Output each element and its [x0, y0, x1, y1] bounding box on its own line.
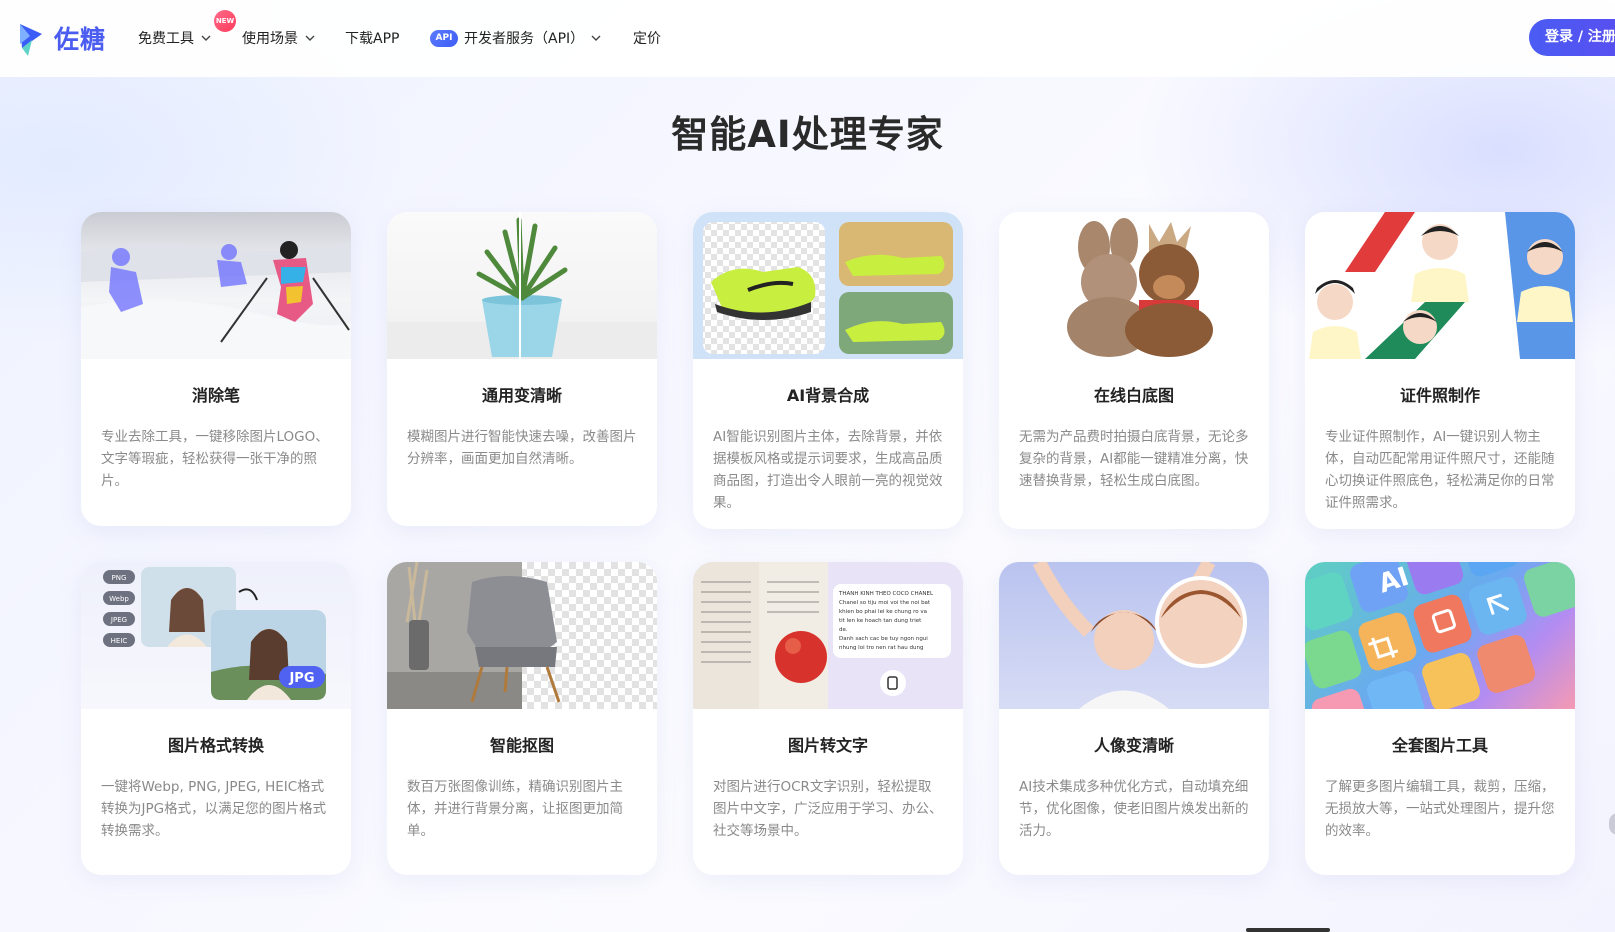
card-image-eraser — [81, 212, 351, 359]
card-image-ai-background — [693, 212, 963, 359]
plant-illustration — [387, 212, 657, 359]
card-ai-background[interactable]: AI背景合成 AI智能识别图片主体，去除背景，并依据模板风格或提示词要求，生成高… — [693, 212, 963, 529]
brand-logo[interactable]: 佐糖 — [16, 18, 106, 58]
api-badge: API — [430, 29, 458, 47]
format-tag-jpeg: JPEG — [110, 616, 127, 624]
login-register-button[interactable]: 登录 / 注册 — [1529, 19, 1615, 56]
card-title: 智能抠图 — [489, 736, 554, 755]
card-desc: 了解更多图片编辑工具，裁剪，压缩，无损放大等，一站式处理图片，提升您的效率。 — [1325, 779, 1555, 839]
nav-pricing-label: 定价 — [633, 31, 661, 47]
nav-free-tools[interactable]: 免费工具 — [138, 28, 211, 48]
card-portrait-enhance[interactable]: 人像变清晰 AI技术集成多种优化方式，自动填充细节，优化图像，使老旧图片焕发出新… — [999, 562, 1269, 875]
portrait-illustration — [1032, 562, 1247, 709]
top-nav: 佐糖 免费工具 NEW 使用场景 下载APP API 开发者服务（API） 定价… — [0, 0, 1615, 77]
ocr-line-3: khien bo phai lei ke chung ro va — [839, 609, 927, 615]
chevron-down-icon — [201, 35, 211, 41]
card-desc: 一键将Webp, PNG, JPEG, HEIC格式转换为JPG格式，以满足您的… — [101, 779, 327, 839]
card-image-smart-cutout — [387, 562, 657, 709]
nav-download-app[interactable]: 下载APP — [345, 28, 399, 48]
nav-developer-api[interactable]: API 开发者服务（API） — [430, 28, 601, 48]
nav-use-cases[interactable]: 使用场景 — [242, 28, 315, 48]
card-title: 人像变清晰 — [1093, 736, 1174, 755]
bottom-indicator — [1246, 928, 1330, 932]
format-tag-heic: HEIC — [111, 637, 128, 645]
card-title: 图片转文字 — [787, 736, 868, 755]
page-title: 智能AI处理专家 — [671, 113, 944, 156]
nav-use-cases-label: 使用场景 — [242, 31, 298, 47]
card-image-all-tools: AI — [1305, 562, 1575, 709]
card-title: 消除笔 — [191, 386, 240, 405]
card-title: 全套图片工具 — [1391, 736, 1488, 755]
card-desc: 模糊图片进行智能快速去噪，改善图片分辨率，画面更加自然清晰。 — [407, 429, 637, 467]
card-title: 图片格式转换 — [167, 736, 264, 755]
card-id-photo[interactable]: 证件照制作 专业证件照制作，AI一键识别人物主体，自动匹配常用证件照尺寸，还能随… — [1305, 212, 1575, 529]
card-desc: 无需为产品费时拍摄白底背景，无论多复杂的背景，AI都能一键精准分离，快速替换背景… — [1019, 429, 1249, 489]
floating-side-button[interactable] — [1609, 813, 1615, 835]
card-desc: AI智能识别图片主体，去除背景，并依据模板风格或提示词要求，生成高品质商品图，打… — [713, 429, 943, 511]
nav-developer-api-label: 开发者服务（API） — [464, 31, 585, 47]
ocr-line-6: Danh sach cac be tuy ngon ngui — [839, 636, 928, 642]
ocr-line-4: tit len ke hoach tan dung triet — [839, 618, 922, 624]
ocr-illustration: THANH KINH THEO COCO CHANEL Chanel so ti… — [693, 562, 951, 709]
card-smart-cutout[interactable]: 智能抠图 数百万张图像训练，精确识别图片主体，并进行背景分离，让抠图更加简单。 — [387, 562, 657, 875]
format-tag-webp: Webp — [109, 595, 129, 603]
id-photo-illustration — [1309, 212, 1575, 359]
brand-name: 佐糖 — [54, 25, 107, 54]
card-image-to-text[interactable]: THANH KINH THEO COCO CHANEL Chanel so ti… — [693, 562, 963, 875]
card-all-tools[interactable]: AI 全套图片工具 了解更多图片编辑工具，裁剪，压缩，无损放大等，一站式处理图片… — [1305, 562, 1575, 875]
tool-tiles-illustration: AI — [1305, 562, 1575, 709]
card-title: 证件照制作 — [1399, 386, 1480, 405]
card-desc: AI技术集成多种优化方式，自动填充细节，优化图像，使老旧图片焕发出新的活力。 — [1019, 779, 1249, 839]
card-title: AI背景合成 — [786, 386, 870, 405]
ocr-line-5: de. — [839, 627, 848, 633]
skier-illustration — [81, 241, 351, 359]
plush-toys-illustration — [1067, 218, 1213, 357]
nav-free-tools-label: 免费工具 — [138, 31, 194, 47]
chair-illustration — [387, 562, 657, 709]
logo-icon — [20, 24, 42, 56]
card-desc: 专业证件照制作，AI一键识别人物主体，自动匹配常用证件照尺寸，还能随心切换证件照… — [1325, 429, 1555, 511]
card-image-ocr: THANH KINH THEO COCO CHANEL Chanel so ti… — [693, 562, 963, 709]
nav-pricing[interactable]: 定价 — [633, 28, 661, 48]
card-image-id-photo — [1305, 212, 1575, 359]
card-image-white-background — [999, 212, 1269, 359]
ocr-line-7: nhung loi tro nen rat hau dung — [839, 645, 923, 651]
nav-download-app-label: 下载APP — [345, 31, 400, 47]
sneaker-illustration — [703, 222, 953, 354]
card-image-enhance — [387, 212, 657, 359]
ocr-line-1: THANH KINH THEO COCO CHANEL — [838, 591, 934, 597]
card-image-format-convert: PNG Webp JPEG HEIC JPG — [81, 562, 351, 709]
ocr-line-2: Chanel so tiju moi voi the noi bat — [839, 600, 931, 606]
card-eraser[interactable]: 消除笔 专业去除工具，一键移除图片LOGO、文字等瑕疵，轻松获得一张干净的照片。 — [81, 212, 351, 526]
card-image-portrait-enhance — [999, 562, 1269, 709]
card-title: 通用变清晰 — [481, 386, 562, 405]
new-badge: NEW — [214, 10, 236, 32]
jpg-tag: JPG — [288, 671, 314, 686]
card-white-background[interactable]: 在线白底图 无需为产品费时拍摄白底背景，无论多复杂的背景，AI都能一键精准分离，… — [999, 212, 1269, 529]
card-desc: 对图片进行OCR文字识别，轻松提取图片中文字，广泛应用于学习、办公、社交等场景中… — [713, 779, 943, 839]
format-convert-illustration: PNG Webp JPEG HEIC JPG — [103, 567, 326, 700]
card-title: 在线白底图 — [1093, 386, 1174, 405]
chevron-down-icon — [305, 35, 315, 41]
card-general-enhance[interactable]: 通用变清晰 模糊图片进行智能快速去噪，改善图片分辨率，画面更加自然清晰。 — [387, 212, 657, 526]
chevron-down-icon — [591, 35, 601, 41]
card-desc: 数百万张图像训练，精确识别图片主体，并进行背景分离，让抠图更加简单。 — [407, 779, 623, 839]
format-tag-png: PNG — [112, 574, 127, 582]
card-format-convert[interactable]: PNG Webp JPEG HEIC JPG 图片格式转换 一键将Webp, P… — [81, 562, 351, 875]
card-desc: 专业去除工具，一键移除图片LOGO、文字等瑕疵，轻松获得一张干净的照片。 — [101, 429, 329, 489]
